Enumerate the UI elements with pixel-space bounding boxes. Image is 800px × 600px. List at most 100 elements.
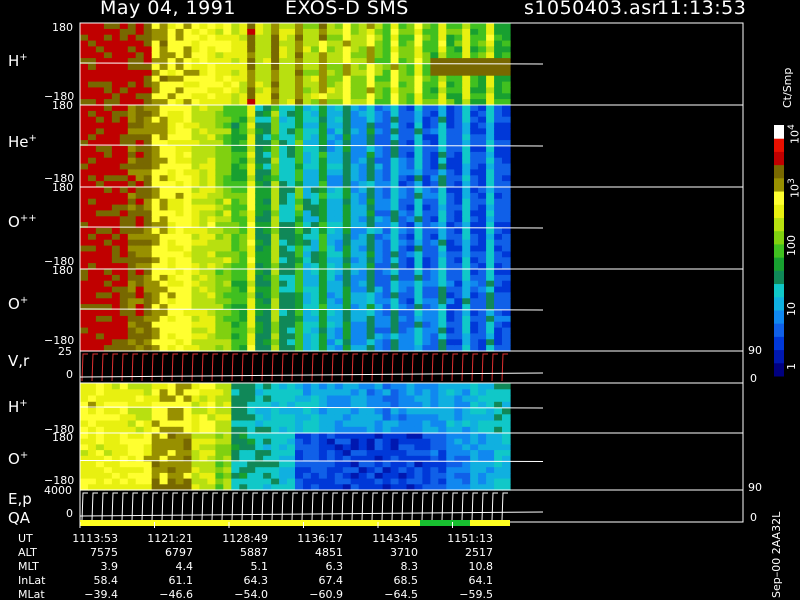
spectrogram-cell-heplus <box>88 105 97 112</box>
spectrogram-cell-oplus <box>446 310 455 317</box>
spectrogram-cell-opp <box>279 210 288 217</box>
spectrogram-cell-oplus <box>143 339 153 346</box>
spectrogram-cell-oplus2 <box>430 450 439 457</box>
spectrogram-cell-hplus2 <box>334 389 344 397</box>
spectrogram-cell-hplus2 <box>143 383 153 390</box>
spectrogram-cell-heplus <box>334 134 344 141</box>
spectrogram-cell-heplus <box>271 169 280 176</box>
spectrogram-cell-opp <box>80 222 89 229</box>
spectrogram-cell-opp <box>151 228 161 235</box>
spectrogram-cell-oplus2 <box>438 438 447 445</box>
spectrogram-cell-opp <box>478 245 487 253</box>
spectrogram-cell-hplus2 <box>366 383 376 390</box>
spectrogram-cell-hplus <box>462 40 471 48</box>
spectrogram-cell-hplus2 <box>247 383 256 390</box>
spectrogram-cell-opp <box>199 251 208 258</box>
spectrogram-cell-oplus <box>502 321 511 329</box>
spectrogram-cell-hplus <box>295 46 304 53</box>
spectrogram-cell-opp <box>502 257 511 264</box>
spectrogram-cell-oplus <box>287 310 296 317</box>
spectrogram-cell-heplus <box>143 110 153 118</box>
spectrogram-cell-hplus2 <box>470 414 479 422</box>
spectrogram-cell-hplus <box>151 64 161 71</box>
spectrogram-cell-hplus <box>127 34 137 42</box>
spectrogram-cell-oplus2 <box>486 478 495 485</box>
spectrogram-cell-hplus <box>271 40 280 48</box>
spectrogram-cell-oplus <box>247 274 256 282</box>
spectrogram-cell-heplus <box>255 146 264 153</box>
spectrogram-cell-oplus <box>446 269 455 276</box>
spectrogram-cell-hplus <box>191 81 201 89</box>
spectrogram-cell-oplus <box>223 327 232 335</box>
spectrogram-cell-heplus <box>111 163 121 171</box>
spectrogram-cell-hplus <box>191 69 201 77</box>
spectrogram-cell-heplus <box>95 122 105 130</box>
spectrogram-cell-opp <box>430 233 439 241</box>
spectrogram-cell-oplus <box>255 274 264 282</box>
spectrogram-cell-oplus <box>414 321 423 329</box>
spectrogram-cell-opp <box>374 210 384 217</box>
spectrogram-cell-oplus2 <box>398 444 408 451</box>
spectrogram-cell-hplus <box>271 64 280 71</box>
spectrogram-cell-opp <box>462 192 471 200</box>
spectrogram-cell-oplus <box>374 292 384 299</box>
spectrogram-cell-oplus2 <box>95 450 105 457</box>
spectrogram-cell-hplus2 <box>414 414 423 422</box>
spectrogram-cell-oplus <box>374 280 384 288</box>
spectrogram-cell-opp <box>310 228 320 235</box>
spectrogram-cell-oplus2 <box>207 444 216 451</box>
spectrogram-cell-heplus <box>223 105 232 112</box>
spectrogram-cell-oplus <box>303 298 312 305</box>
spectrogram-cell-opp <box>446 216 455 223</box>
spectrogram-cell-oplus <box>239 310 248 317</box>
spectrogram-cell-opp <box>191 228 201 235</box>
spectrogram-cell-opp <box>191 198 201 206</box>
spectrogram-cell-hplus <box>95 28 105 36</box>
spectrogram-cell-hplus <box>159 87 169 94</box>
spectrogram-cell-heplus <box>494 146 503 153</box>
spectrogram-cell-hplus2 <box>223 414 232 422</box>
spectrogram-cell-oplus <box>231 292 240 299</box>
spectrogram-cell-heplus <box>119 128 129 135</box>
spectrogram-cell-oplus2 <box>334 467 344 474</box>
spectrogram-cell-opp <box>239 210 248 217</box>
spectrogram-cell-hplus <box>95 69 105 77</box>
spectrogram-cell-hplus <box>207 75 216 83</box>
spectrogram-cell-oplus2 <box>215 438 224 445</box>
spectrogram-cell-hplus2 <box>239 395 248 403</box>
spectrogram-cell-heplus <box>318 163 328 171</box>
spectrogram-cell-heplus <box>215 110 224 118</box>
spectrogram-cell-oplus <box>80 304 89 311</box>
spectrogram-cell-opp <box>430 187 439 194</box>
spectrogram-cell-oplus <box>279 298 288 305</box>
spectrogram-cell-opp <box>406 192 416 200</box>
spectrogram-cell-oplus <box>255 333 264 340</box>
spectrogram-cell-oplus2 <box>167 461 177 468</box>
spectrogram-cell-oplus2 <box>318 444 328 451</box>
spectrogram-cell-heplus <box>279 128 288 135</box>
spectrogram-cell-heplus <box>358 157 368 165</box>
spectrogram-cell-hplus <box>310 40 320 48</box>
spectrogram-cell-hplus <box>263 93 272 100</box>
spectrogram-cell-hplus2 <box>119 408 129 415</box>
spectrogram-cell-heplus <box>358 110 368 118</box>
spectrogram-cell-hplus <box>119 75 129 83</box>
spectrogram-cell-oplus <box>127 310 137 317</box>
spectrogram-cell-heplus <box>135 169 145 176</box>
spectrogram-cell-opp <box>279 198 288 206</box>
spectrogram-cell-hplus <box>310 23 320 30</box>
spectrogram-cell-hplus <box>287 69 296 77</box>
spectrogram-cell-oplus2 <box>414 450 423 457</box>
spectrogram-cell-opp <box>390 239 400 247</box>
spectrogram-cell-oplus <box>183 333 193 340</box>
spectrogram-cell-opp <box>310 210 320 217</box>
spectrogram-cell-opp <box>502 233 511 241</box>
spectrogram-cell-opp <box>438 187 447 194</box>
spectrogram-cell-oplus2 <box>462 472 471 480</box>
spectrogram-cell-oplus <box>342 321 352 329</box>
spectrogram-cell-oplus <box>422 298 431 305</box>
spectrogram-cell-oplus <box>454 286 463 294</box>
spectrogram-cell-hplus <box>143 81 153 89</box>
spectrogram-cell-opp <box>326 245 336 253</box>
spectrogram-cell-oplus2 <box>127 455 137 463</box>
